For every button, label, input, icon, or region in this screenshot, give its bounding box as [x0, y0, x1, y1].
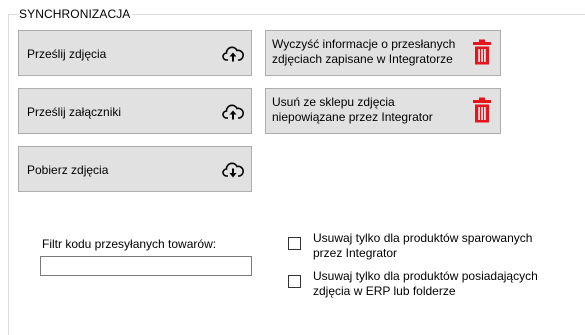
upload-photos-button[interactable]: Prześlij zdjęcia — [18, 30, 252, 76]
filter-label: Filtr kodu przesyłanych towarów: — [42, 237, 217, 251]
checkbox-only-with-photos[interactable] — [288, 275, 301, 288]
clear-sent-info-label: Wyczyść informacje o przesłanych zdjęcia… — [272, 37, 456, 66]
upload-attachments-label: Prześlij załączniki — [27, 105, 122, 119]
upload-photos-label: Prześlij zdjęcia — [27, 47, 107, 61]
clear-sent-info-button[interactable]: Wyczyść informacje o przesłanych zdjęcia… — [265, 30, 501, 76]
download-photos-label: Pobierz zdjęcia — [27, 163, 109, 177]
upload-attachments-button[interactable]: Prześlij załączniki — [18, 88, 252, 134]
download-photos-button[interactable]: Pobierz zdjęcia — [18, 146, 252, 192]
remove-unlinked-button[interactable]: Usuń ze sklepu zdjęcia niepowiązane prze… — [265, 88, 501, 134]
remove-unlinked-label: Usuń ze sklepu zdjęcia niepowiązane prze… — [272, 95, 433, 124]
checkbox-only-paired[interactable] — [288, 237, 301, 250]
cloud-upload-icon — [222, 46, 244, 62]
filter-input[interactable] — [40, 256, 252, 276]
trash-icon — [473, 97, 491, 123]
cloud-download-icon — [222, 162, 244, 178]
trash-icon — [473, 39, 491, 65]
checkbox-only-paired-label[interactable]: Usuwaj tylko dla produktów sparowanych p… — [313, 231, 585, 261]
checkbox-only-with-photos-label[interactable]: Usuwaj tylko dla produktów posiadających… — [313, 269, 585, 299]
cloud-upload-icon — [222, 104, 244, 120]
section-title: SYNCHRONIZACJA — [17, 7, 133, 21]
